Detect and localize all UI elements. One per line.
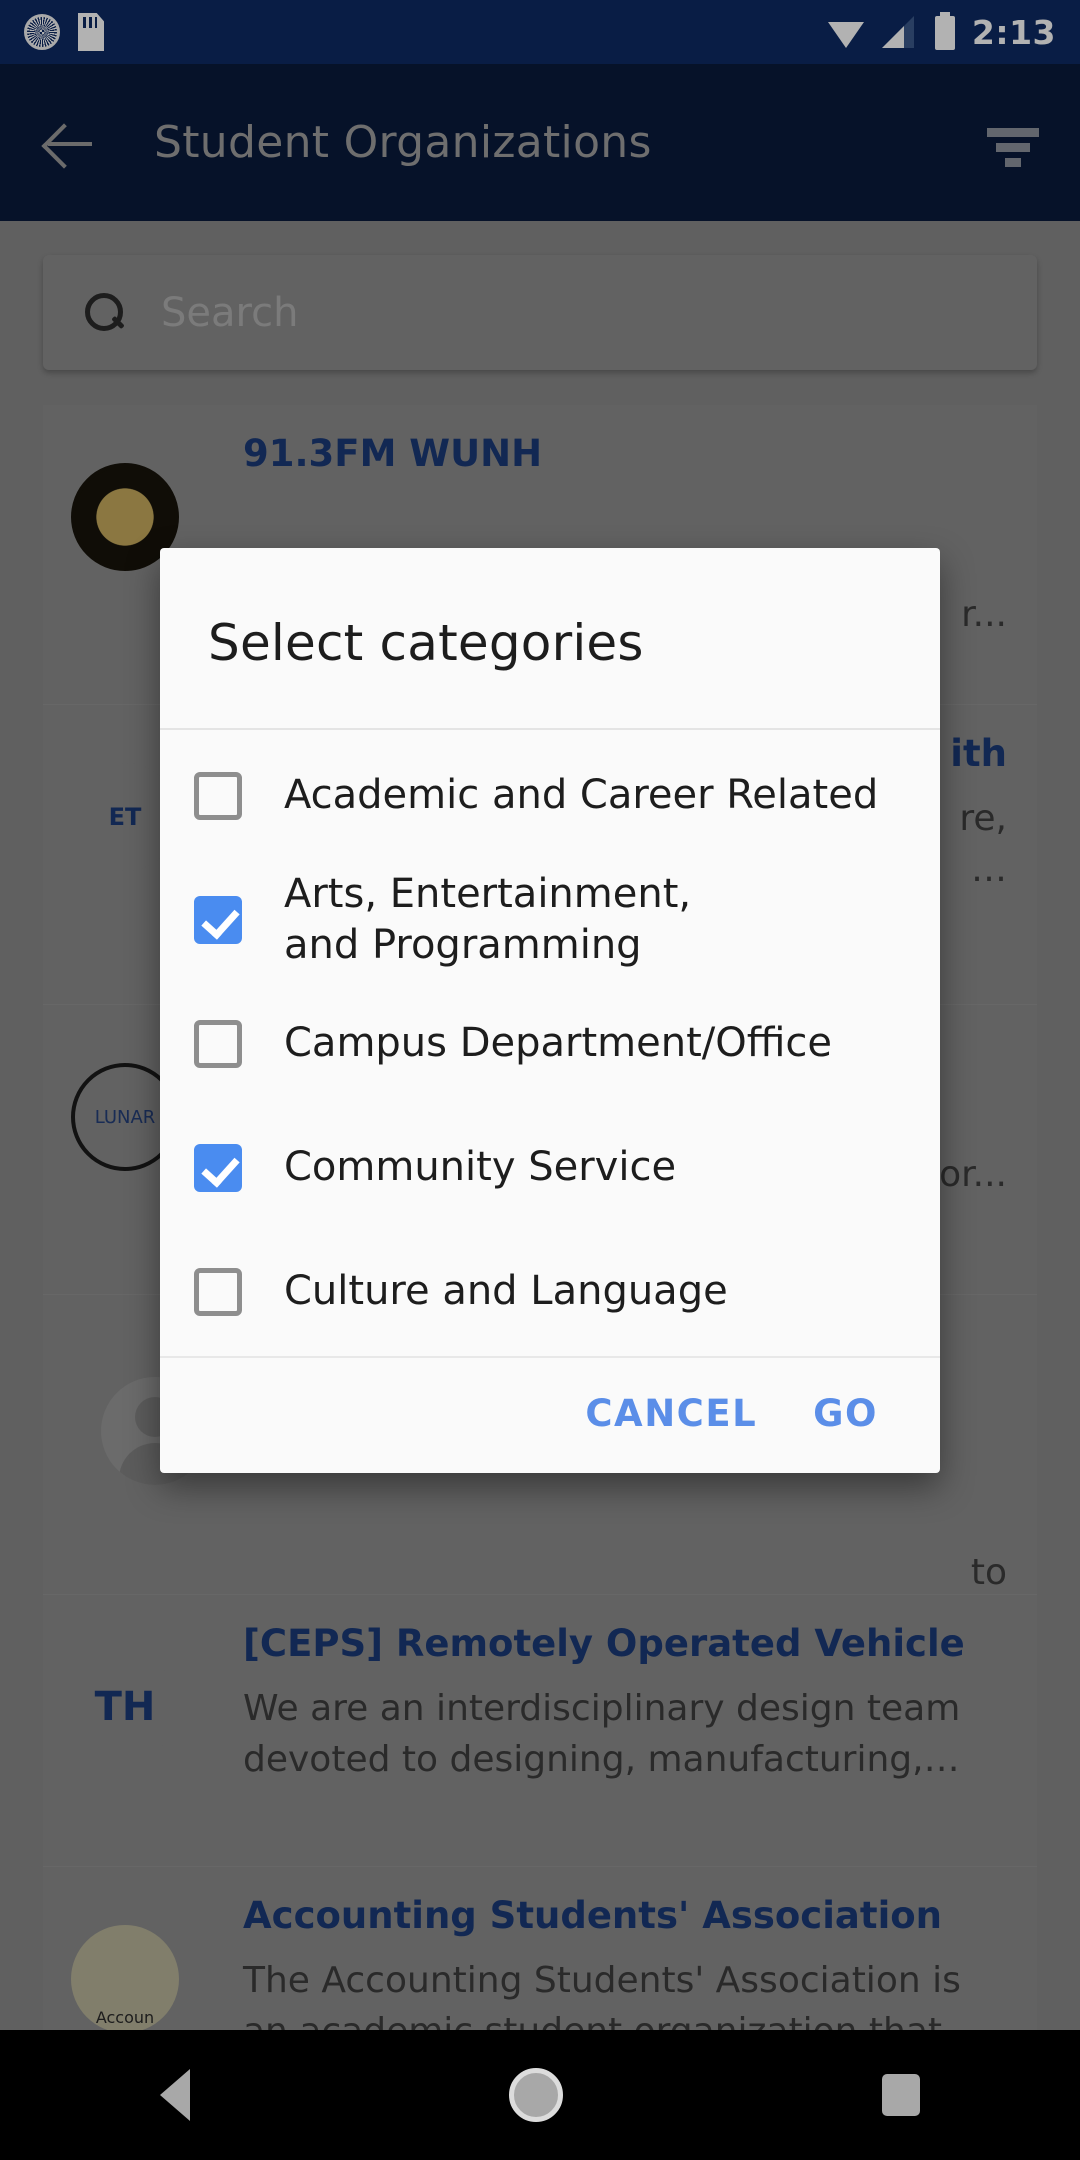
category-label: Culture and Language xyxy=(284,1268,728,1315)
android-navigation-bar xyxy=(0,2030,1080,2160)
nav-back-icon[interactable] xyxy=(159,2069,190,2121)
category-row-campus-department-office[interactable]: Campus Department/Office xyxy=(160,982,940,1106)
checkbox-academic-and-career-related[interactable] xyxy=(194,772,242,820)
category-label: Community Service xyxy=(284,1144,677,1191)
category-label: Campus Department/Office xyxy=(284,1020,832,1067)
checkbox-culture-and-language[interactable] xyxy=(194,1268,242,1316)
go-button[interactable]: GO xyxy=(813,1392,878,1435)
category-row-academic-and-career-related[interactable]: Academic and Career Related xyxy=(160,734,940,858)
category-row-community-service[interactable]: Community Service xyxy=(160,1106,940,1230)
checkbox-campus-department-office[interactable] xyxy=(194,1020,242,1068)
category-label: Arts, Entertainment, and Programming xyxy=(284,870,692,968)
nav-home-icon[interactable] xyxy=(508,2068,563,2122)
checkbox-community-service[interactable] xyxy=(194,1144,242,1192)
checkbox-arts-entertainment-and-programming[interactable] xyxy=(194,896,242,944)
cancel-button[interactable]: CANCEL xyxy=(585,1392,757,1435)
category-row-culture-and-language[interactable]: Culture and Language xyxy=(160,1230,940,1354)
select-categories-dialog: Select categories Academic and Career Re… xyxy=(160,548,940,1473)
nav-recents-icon[interactable] xyxy=(882,2074,921,2116)
dialog-title: Select categories xyxy=(208,614,644,672)
dialog-action-bar: CANCEL GO xyxy=(160,1358,940,1473)
category-label: Academic and Career Related xyxy=(284,772,879,819)
category-row-arts-entertainment-and-programming[interactable]: Arts, Entertainment, and Programming xyxy=(160,858,940,982)
phone-screen: 2:13 Student Organizations Search 91.3FM… xyxy=(0,0,1080,2160)
category-checkbox-list[interactable]: Academic and Career Related Arts, Entert… xyxy=(160,730,940,1356)
